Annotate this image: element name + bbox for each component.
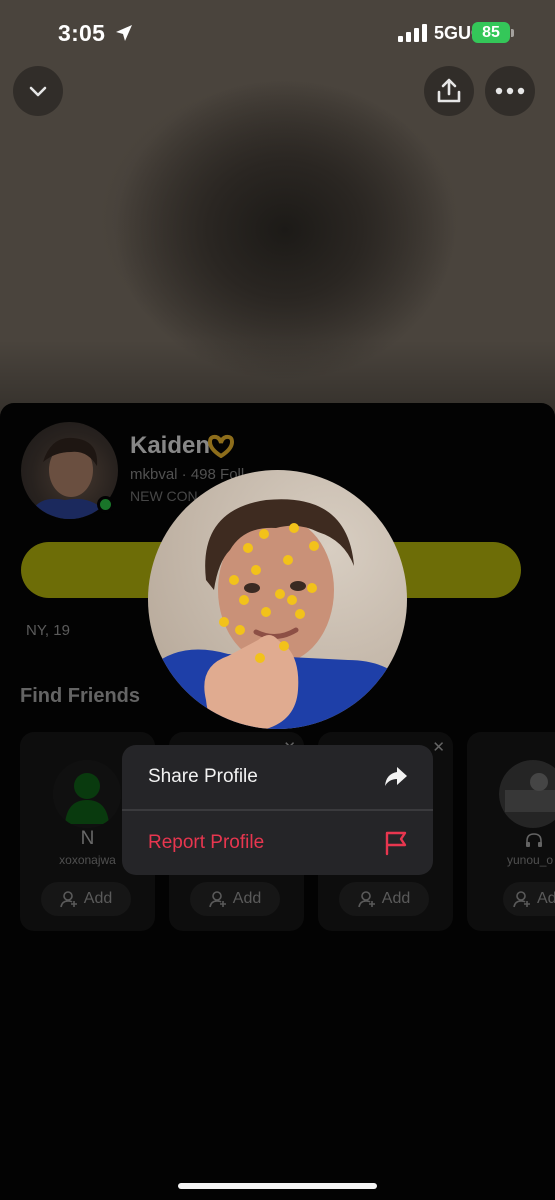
profile-context-menu: Share Profile Report Profile	[122, 745, 433, 875]
share-profile-menu-item[interactable]: Share Profile	[122, 745, 433, 809]
share-upload-icon	[437, 78, 461, 103]
report-profile-menu-item[interactable]: Report Profile	[122, 811, 433, 875]
share-arrow-icon	[385, 767, 407, 786]
home-indicator[interactable]	[178, 1183, 377, 1189]
flag-icon	[385, 831, 407, 856]
battery-cap	[511, 29, 514, 37]
chevron-down-icon	[29, 86, 47, 97]
status-bar: 3:05 5GUC 85	[0, 0, 555, 66]
profile-photo	[148, 470, 407, 729]
more-dots-icon	[495, 87, 525, 95]
share-button[interactable]	[424, 66, 474, 116]
report-profile-label: Report Profile	[148, 832, 265, 853]
battery-indicator: 85	[472, 22, 510, 43]
location-arrow-icon	[116, 25, 132, 41]
more-options-button[interactable]	[485, 66, 535, 116]
share-profile-label: Share Profile	[148, 766, 258, 787]
cellular-signal-icon	[398, 24, 427, 42]
status-time: 3:05	[58, 20, 106, 46]
profile-photo-preview	[148, 470, 407, 729]
collapse-button[interactable]	[13, 66, 63, 116]
